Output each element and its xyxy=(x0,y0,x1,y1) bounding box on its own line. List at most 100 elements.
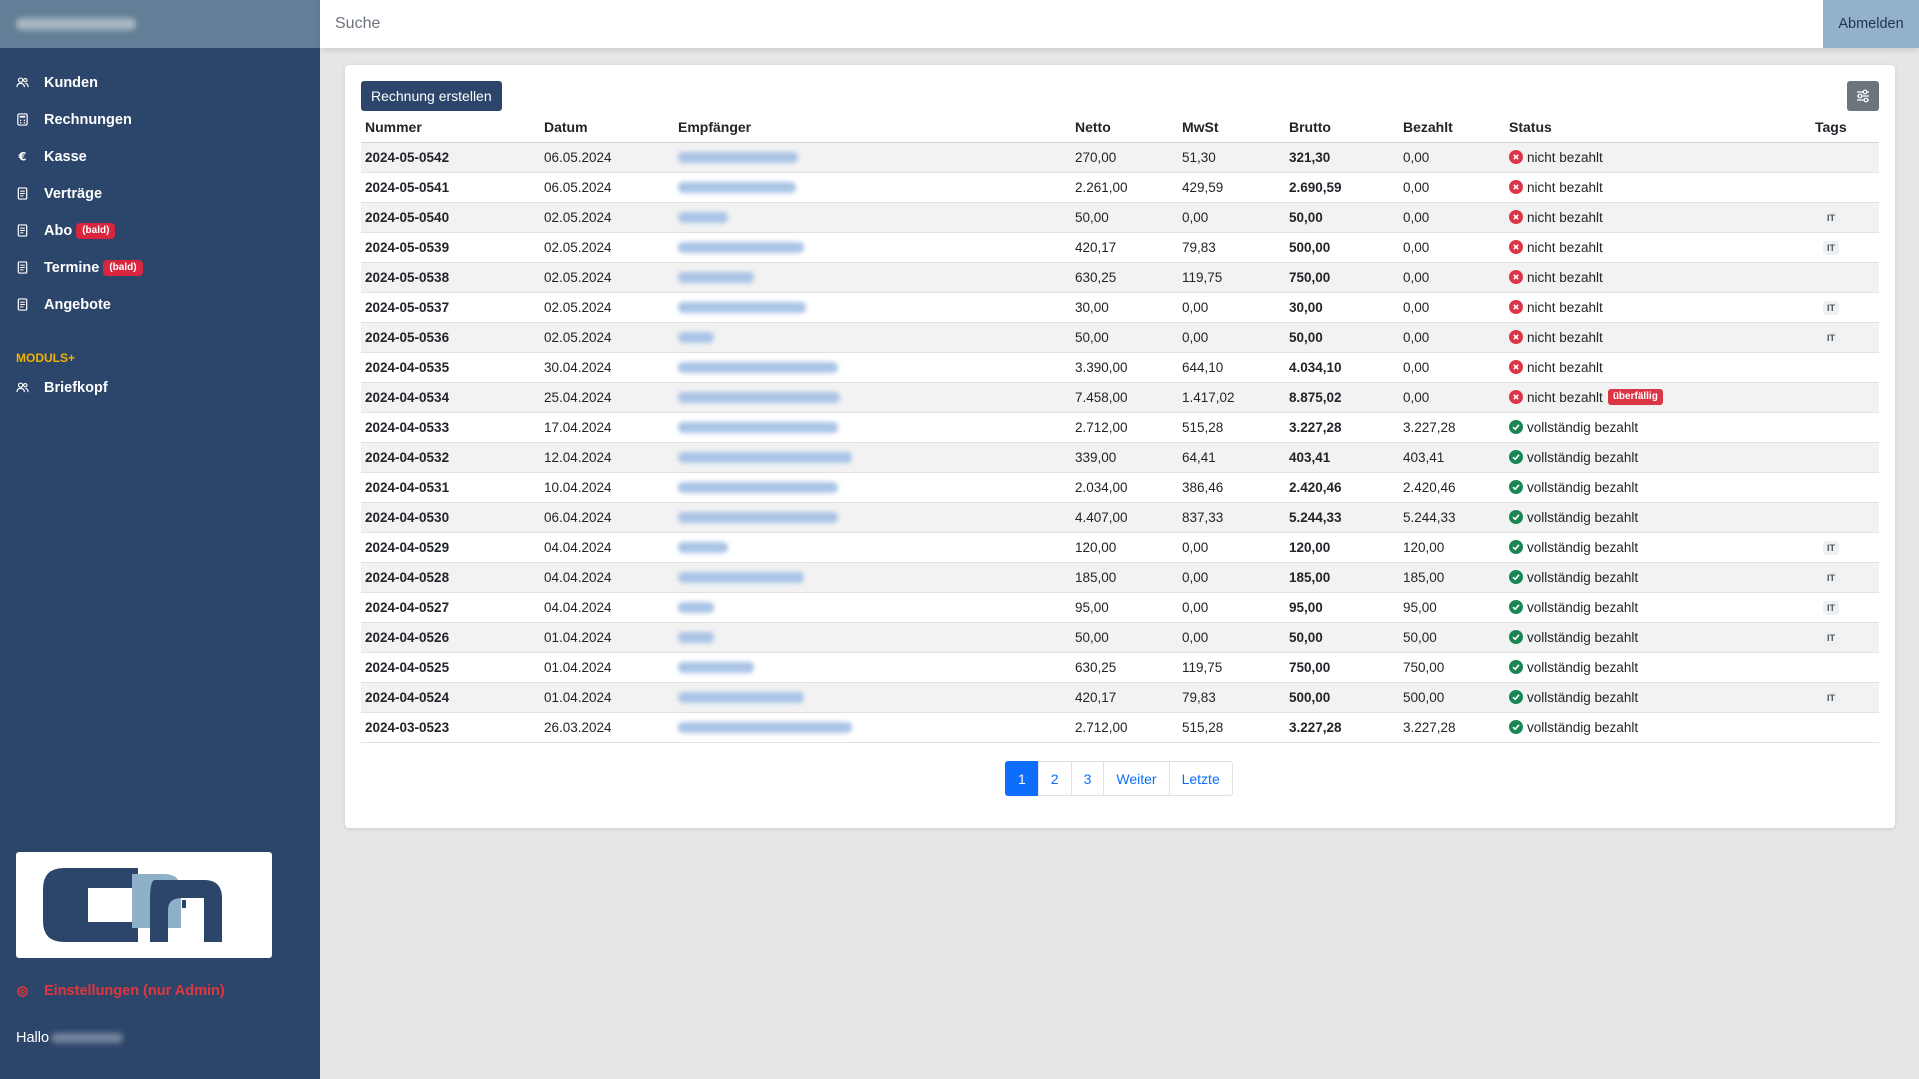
column-header-datum[interactable]: Datum xyxy=(540,112,674,143)
table-row[interactable]: 2024-04-0525 01.04.2024 630,25 119,75 750,00… xyxy=(361,652,1879,683)
recipient-name-redacted[interactable] xyxy=(678,332,714,344)
sidebar-item-kunden[interactable]: Kunden xyxy=(0,64,320,101)
tag-badge[interactable]: IT xyxy=(1823,241,1839,255)
tag-badge[interactable]: IT xyxy=(1823,331,1839,345)
recipient-name-redacted[interactable] xyxy=(678,302,806,314)
page-link-2[interactable]: 2 xyxy=(1037,761,1072,796)
column-header-brutto[interactable]: Brutto xyxy=(1285,112,1399,143)
recipient-name-redacted[interactable] xyxy=(678,602,714,614)
tag-badge[interactable]: IT xyxy=(1823,301,1839,315)
column-header-tags[interactable]: Tags xyxy=(1811,112,1879,143)
recipient-name-redacted[interactable] xyxy=(678,212,728,224)
recipient-cell[interactable] xyxy=(674,472,1071,503)
table-row[interactable]: 2024-05-0536 02.05.2024 50,00 0,00 50,00 0,00… xyxy=(361,322,1879,353)
recipient-cell[interactable] xyxy=(674,532,1071,563)
recipient-name-redacted[interactable] xyxy=(678,722,852,734)
table-row[interactable]: 2024-04-0530 06.04.2024 4.407,00 837,33 5.24… xyxy=(361,502,1879,533)
recipient-cell[interactable] xyxy=(674,502,1071,533)
table-row[interactable]: 2024-04-0532 12.04.2024 339,00 64,41 403,41 4… xyxy=(361,442,1879,473)
table-row[interactable]: 2024-05-0538 02.05.2024 630,25 119,75 750,00… xyxy=(361,262,1879,293)
recipient-cell[interactable] xyxy=(674,592,1071,623)
recipient-cell[interactable] xyxy=(674,322,1071,353)
status-cell: vollständig bezahlt xyxy=(1505,412,1811,443)
invoice-number: 2024-05-0539 xyxy=(361,232,540,263)
recipient-name-redacted[interactable] xyxy=(678,692,804,704)
table-row[interactable]: 2024-04-0533 17.04.2024 2.712,00 515,28 3.22… xyxy=(361,412,1879,443)
column-header-nummer[interactable]: Nummer xyxy=(361,112,540,143)
tag-badge[interactable]: IT xyxy=(1823,541,1839,555)
column-header-netto[interactable]: Netto xyxy=(1071,112,1178,143)
recipient-cell[interactable] xyxy=(674,652,1071,683)
table-row[interactable]: 2024-04-0529 04.04.2024 120,00 0,00 120,00 12… xyxy=(361,532,1879,563)
tag-badge[interactable]: IT xyxy=(1823,631,1839,645)
sidebar-item-kasse[interactable]: € Kasse xyxy=(0,138,320,175)
sidebar-item-rechnungen[interactable]: Rechnungen xyxy=(0,101,320,138)
recipient-cell[interactable] xyxy=(674,712,1071,743)
recipient-cell[interactable] xyxy=(674,442,1071,473)
table-row[interactable]: 2024-05-0540 02.05.2024 50,00 0,00 50,00 0,00… xyxy=(361,202,1879,233)
recipient-name-redacted[interactable] xyxy=(678,272,754,284)
recipient-name-redacted[interactable] xyxy=(678,632,714,644)
table-row[interactable]: 2024-04-0535 30.04.2024 3.390,00 644,10 4.03… xyxy=(361,352,1879,383)
page-link-weiter[interactable]: Weiter xyxy=(1103,761,1170,796)
table-row[interactable]: 2024-04-0534 25.04.2024 7.458,00 1.417,02 8.… xyxy=(361,382,1879,413)
tag-badge[interactable]: IT xyxy=(1823,211,1839,225)
recipient-name-redacted[interactable] xyxy=(678,152,798,164)
table-row[interactable]: 2024-04-0524 01.04.2024 420,17 79,83 500,00 5… xyxy=(361,682,1879,713)
recipient-name-redacted[interactable] xyxy=(678,482,838,494)
recipient-cell[interactable] xyxy=(674,142,1071,173)
table-settings-button[interactable] xyxy=(1847,81,1879,111)
column-header-bezahlt[interactable]: Bezahlt xyxy=(1399,112,1505,143)
recipient-name-redacted[interactable] xyxy=(678,572,804,584)
recipient-cell[interactable] xyxy=(674,562,1071,593)
recipient-cell[interactable] xyxy=(674,202,1071,233)
search-input[interactable] xyxy=(320,0,1823,48)
logout-button[interactable]: Abmelden xyxy=(1823,0,1919,48)
recipient-name-redacted[interactable] xyxy=(678,512,838,524)
recipient-name-redacted[interactable] xyxy=(678,542,728,554)
table-row[interactable]: 2024-05-0541 06.05.2024 2.261,00 429,59 2.69… xyxy=(361,172,1879,203)
tag-badge[interactable]: IT xyxy=(1823,571,1839,585)
recipient-cell[interactable] xyxy=(674,232,1071,263)
recipient-cell[interactable] xyxy=(674,622,1071,653)
sidebar-item-vertraege[interactable]: Verträge xyxy=(0,175,320,212)
recipient-name-redacted[interactable] xyxy=(678,422,838,434)
column-header-mwst[interactable]: MwSt xyxy=(1178,112,1285,143)
recipient-cell[interactable] xyxy=(674,682,1071,713)
settings-link[interactable]: Einstellungen (nur Admin) xyxy=(16,983,225,999)
recipient-cell[interactable] xyxy=(674,292,1071,323)
column-header-status[interactable]: Status xyxy=(1505,112,1811,143)
sidebar-item-briefkopf[interactable]: Briefkopf xyxy=(0,369,320,406)
sidebar-item-abo[interactable]: Abo (bald) xyxy=(0,212,320,249)
table-row[interactable]: 2024-03-0523 26.03.2024 2.712,00 515,28 3.22… xyxy=(361,712,1879,743)
sidebar-item-termine[interactable]: Termine (bald) xyxy=(0,249,320,286)
page-link-letzte[interactable]: Letzte xyxy=(1168,761,1233,796)
sidebar-item-angebote[interactable]: Angebote xyxy=(0,286,320,323)
recipient-cell[interactable] xyxy=(674,172,1071,203)
tag-badge[interactable]: IT xyxy=(1823,691,1839,705)
brand-header[interactable] xyxy=(0,0,320,48)
table-row[interactable]: 2024-05-0539 02.05.2024 420,17 79,83 500,00 0… xyxy=(361,232,1879,263)
table-row[interactable]: 2024-05-0537 02.05.2024 30,00 0,00 30,00 0,00… xyxy=(361,292,1879,323)
table-row[interactable]: 2024-04-0526 01.04.2024 50,00 0,00 50,00 50,0… xyxy=(361,622,1879,653)
recipient-name-redacted[interactable] xyxy=(678,662,754,674)
recipient-cell[interactable] xyxy=(674,352,1071,383)
recipient-name-redacted[interactable] xyxy=(678,452,852,464)
recipient-name-redacted[interactable] xyxy=(678,392,840,404)
recipient-name-redacted[interactable] xyxy=(678,242,804,254)
recipient-name-redacted[interactable] xyxy=(678,182,796,194)
column-header-empfaenger[interactable]: Empfänger xyxy=(674,112,1071,143)
create-invoice-button[interactable]: Rechnung erstellen xyxy=(361,81,502,111)
recipient-name-redacted[interactable] xyxy=(678,362,838,374)
recipient-cell[interactable] xyxy=(674,412,1071,443)
table-row[interactable]: 2024-04-0527 04.04.2024 95,00 0,00 95,00 95,0… xyxy=(361,592,1879,623)
recipient-cell[interactable] xyxy=(674,262,1071,293)
page-link-3[interactable]: 3 xyxy=(1070,761,1105,796)
table-row[interactable]: 2024-04-0528 04.04.2024 185,00 0,00 185,00 18… xyxy=(361,562,1879,593)
gross-amount: 95,00 xyxy=(1285,592,1399,623)
tag-badge[interactable]: IT xyxy=(1823,601,1839,615)
recipient-cell[interactable] xyxy=(674,382,1071,413)
table-row[interactable]: 2024-04-0531 10.04.2024 2.034,00 386,46 2.42… xyxy=(361,472,1879,503)
table-row[interactable]: 2024-05-0542 06.05.2024 270,00 51,30 321,30 0… xyxy=(361,142,1879,173)
page-link-1[interactable]: 1 xyxy=(1005,761,1039,796)
